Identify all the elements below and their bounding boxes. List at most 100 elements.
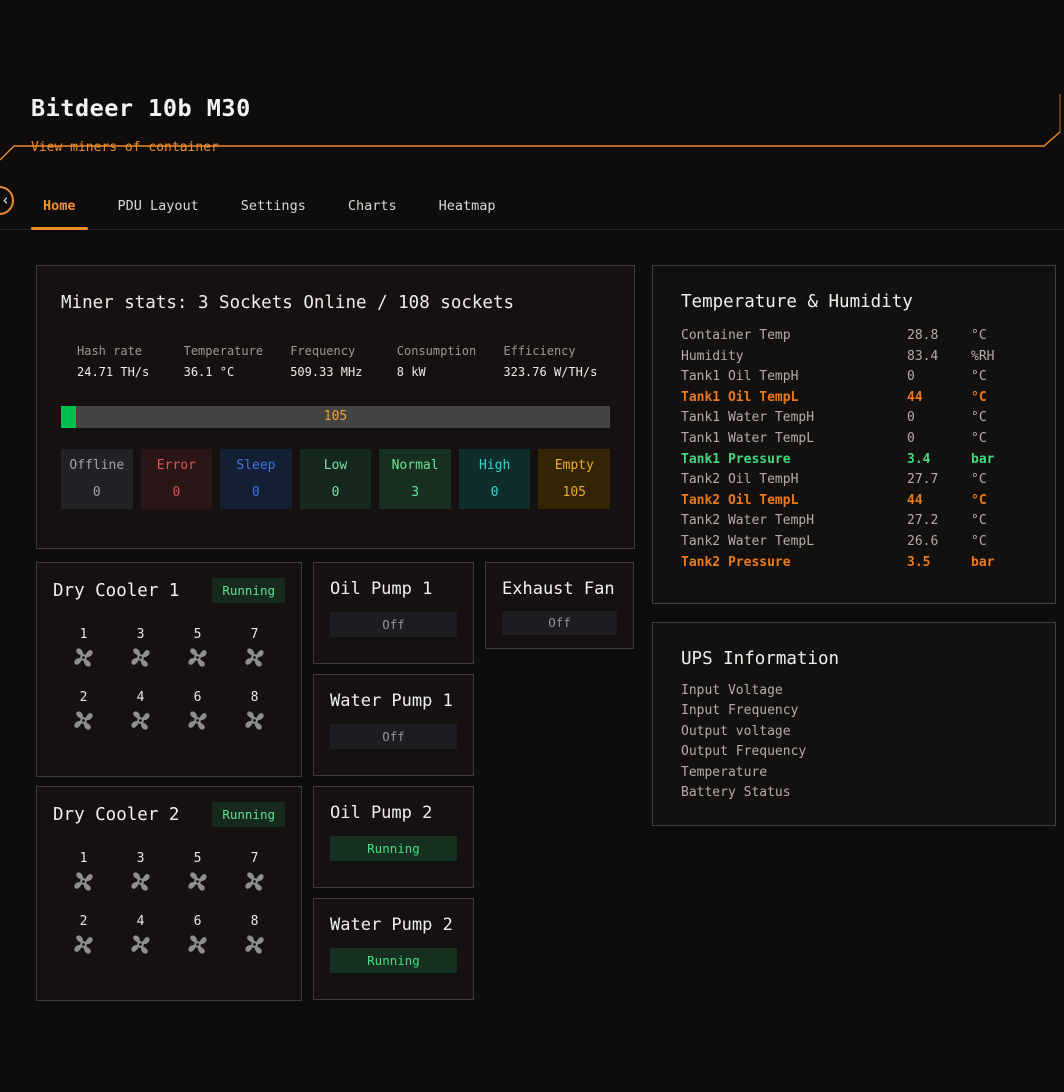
- temp-row-unit: °C: [971, 511, 1027, 532]
- fan-unit-6: 6: [184, 690, 211, 734]
- temp-row-label: Tank2 Oil TempL: [681, 491, 907, 512]
- status-chip-high: High0: [459, 449, 531, 509]
- chip-label: Normal: [379, 458, 451, 473]
- fan-unit-7: 7: [241, 851, 268, 895]
- oil-pump-2-card: Oil Pump 2 Running: [313, 786, 474, 888]
- pump-title: Oil Pump 1: [330, 579, 457, 599]
- stat-item: Consumption8 kW: [397, 344, 504, 379]
- temp-row-unit: °C: [971, 532, 1027, 553]
- tab-bar: Home PDU Layout Settings Charts Heatmap: [0, 190, 1064, 230]
- fan-number: 4: [127, 690, 154, 705]
- temp-row: Tank2 Oil TempL44°C: [681, 491, 1027, 512]
- chip-count: 0: [459, 485, 531, 500]
- tab-settings[interactable]: Settings: [229, 190, 318, 229]
- dry-cooler-1-card: Dry Cooler 1 Running 1 3 5: [36, 562, 302, 777]
- temp-row: Tank2 Pressure3.5bar: [681, 553, 1027, 574]
- fan-icon: [184, 644, 211, 671]
- fan-grid: 1 3 5: [53, 627, 285, 734]
- stat-item: Hash rate24.71 TH/s: [77, 344, 184, 379]
- main-content: Miner stats: 3 Sockets Online / 108 sock…: [36, 265, 1064, 1001]
- fan-icon: [241, 644, 268, 671]
- fan-icon: [127, 644, 154, 671]
- tab-pdu-layout[interactable]: PDU Layout: [106, 190, 211, 229]
- temp-row-unit: bar: [971, 450, 1027, 471]
- pump-status-badge: Running: [330, 836, 457, 861]
- pump-title: Water Pump 2: [330, 915, 457, 935]
- status-chip-row: Offline0Error0Sleep0Low0Normal3High0Empt…: [61, 449, 610, 509]
- temp-row: Tank1 Pressure3.4bar: [681, 450, 1027, 471]
- status-chip-normal: Normal 3: [379, 449, 451, 509]
- fan-unit-5: 5: [184, 851, 211, 895]
- back-icon: ‹: [1, 191, 10, 209]
- temp-row-unit: °C: [971, 367, 1027, 388]
- temp-row: Tank1 Oil TempH0°C: [681, 367, 1027, 388]
- temp-row: Tank1 Water TempH0°C: [681, 408, 1027, 429]
- fan-unit-8: 8: [241, 690, 268, 734]
- temp-row-value: 26.6: [907, 532, 971, 553]
- temp-row-value: 3.4: [907, 450, 971, 471]
- temp-row-value: 27.7: [907, 470, 971, 491]
- temp-row: Container Temp28.8°C: [681, 326, 1027, 347]
- cooler-title: Dry Cooler 1: [53, 581, 179, 601]
- temperature-humidity-title: Temperature & Humidity: [681, 292, 1027, 312]
- temp-row-unit: °C: [971, 388, 1027, 409]
- ups-row-label: Input Voltage: [681, 681, 1027, 701]
- chip-label: Empty: [538, 458, 610, 473]
- fan-unit-1: 1: [70, 851, 97, 895]
- fan-number: 3: [127, 627, 154, 642]
- tab-charts[interactable]: Charts: [336, 190, 409, 229]
- fan-number: 2: [70, 914, 97, 929]
- temp-row-value: 44: [907, 491, 971, 512]
- tab-heatmap[interactable]: Heatmap: [427, 190, 508, 229]
- temp-row-unit: °C: [971, 470, 1027, 491]
- equipment-row-2: Dry Cooler 2 Running 1 3 5: [36, 786, 635, 1001]
- stat-label: Consumption: [397, 344, 504, 358]
- cooler-status-badge: Running: [212, 578, 285, 603]
- ups-row-label: Battery Status: [681, 783, 1027, 803]
- fan-icon: [241, 707, 268, 734]
- cooler-title: Dry Cooler 2: [53, 805, 179, 825]
- temp-row-label: Tank2 Pressure: [681, 553, 907, 574]
- stat-item: Frequency509.33 MHz: [290, 344, 397, 379]
- fan-number: 8: [241, 914, 268, 929]
- right-column: Temperature & Humidity Container Temp28.…: [652, 265, 1056, 826]
- fan-number: 6: [184, 690, 211, 705]
- temp-row-label: Tank2 Water TempL: [681, 532, 907, 553]
- fan-row: 1 3 5: [55, 627, 283, 671]
- fan-icon: [127, 868, 154, 895]
- temp-row-label: Tank1 Oil TempH: [681, 367, 907, 388]
- temp-row-value: 0: [907, 429, 971, 450]
- miner-stats-row: Hash rate24.71 TH/sTemperature36.1 °CFre…: [61, 344, 610, 379]
- pump-status-badge: Off: [330, 612, 457, 637]
- chip-count: 3: [379, 485, 451, 500]
- temp-row-value: 28.8: [907, 326, 971, 347]
- temperature-rows: Container Temp28.8°CHumidity83.4%RHTank1…: [681, 326, 1027, 573]
- fan-row: 2 4 6: [55, 914, 283, 958]
- fan-icon: [184, 931, 211, 958]
- fan-number: 6: [184, 914, 211, 929]
- stat-label: Efficiency: [503, 344, 610, 358]
- fan-number: 8: [241, 690, 268, 705]
- tab-home[interactable]: Home: [31, 190, 88, 229]
- temp-row-value: 44: [907, 388, 971, 409]
- pump-status-badge: Off: [502, 611, 617, 635]
- fan-unit-3: 3: [127, 851, 154, 895]
- temp-row: Tank2 Oil TempH27.7°C: [681, 470, 1027, 491]
- status-chip-error: Error0: [141, 449, 213, 509]
- ups-row-label: Output Frequency: [681, 742, 1027, 762]
- fan-unit-1: 1: [70, 627, 97, 671]
- ups-information-panel: UPS Information Input VoltageInput Frequ…: [652, 622, 1056, 826]
- view-miners-link[interactable]: View miners of container: [31, 140, 1064, 155]
- fan-unit-8: 8: [241, 914, 268, 958]
- temp-row-unit: bar: [971, 553, 1027, 574]
- ups-information-title: UPS Information: [681, 649, 1027, 669]
- fan-icon: [127, 931, 154, 958]
- stat-label: Temperature: [184, 344, 291, 358]
- equipment-row-1: Dry Cooler 1 Running 1 3 5: [36, 562, 635, 777]
- fan-unit-4: 4: [127, 690, 154, 734]
- fan-unit-4: 4: [127, 914, 154, 958]
- fan-number: 1: [70, 627, 97, 642]
- pump-column-1: Oil Pump 1 Off Water Pump 1 Off: [313, 562, 474, 776]
- fan-icon: [70, 868, 97, 895]
- fan-number: 5: [184, 627, 211, 642]
